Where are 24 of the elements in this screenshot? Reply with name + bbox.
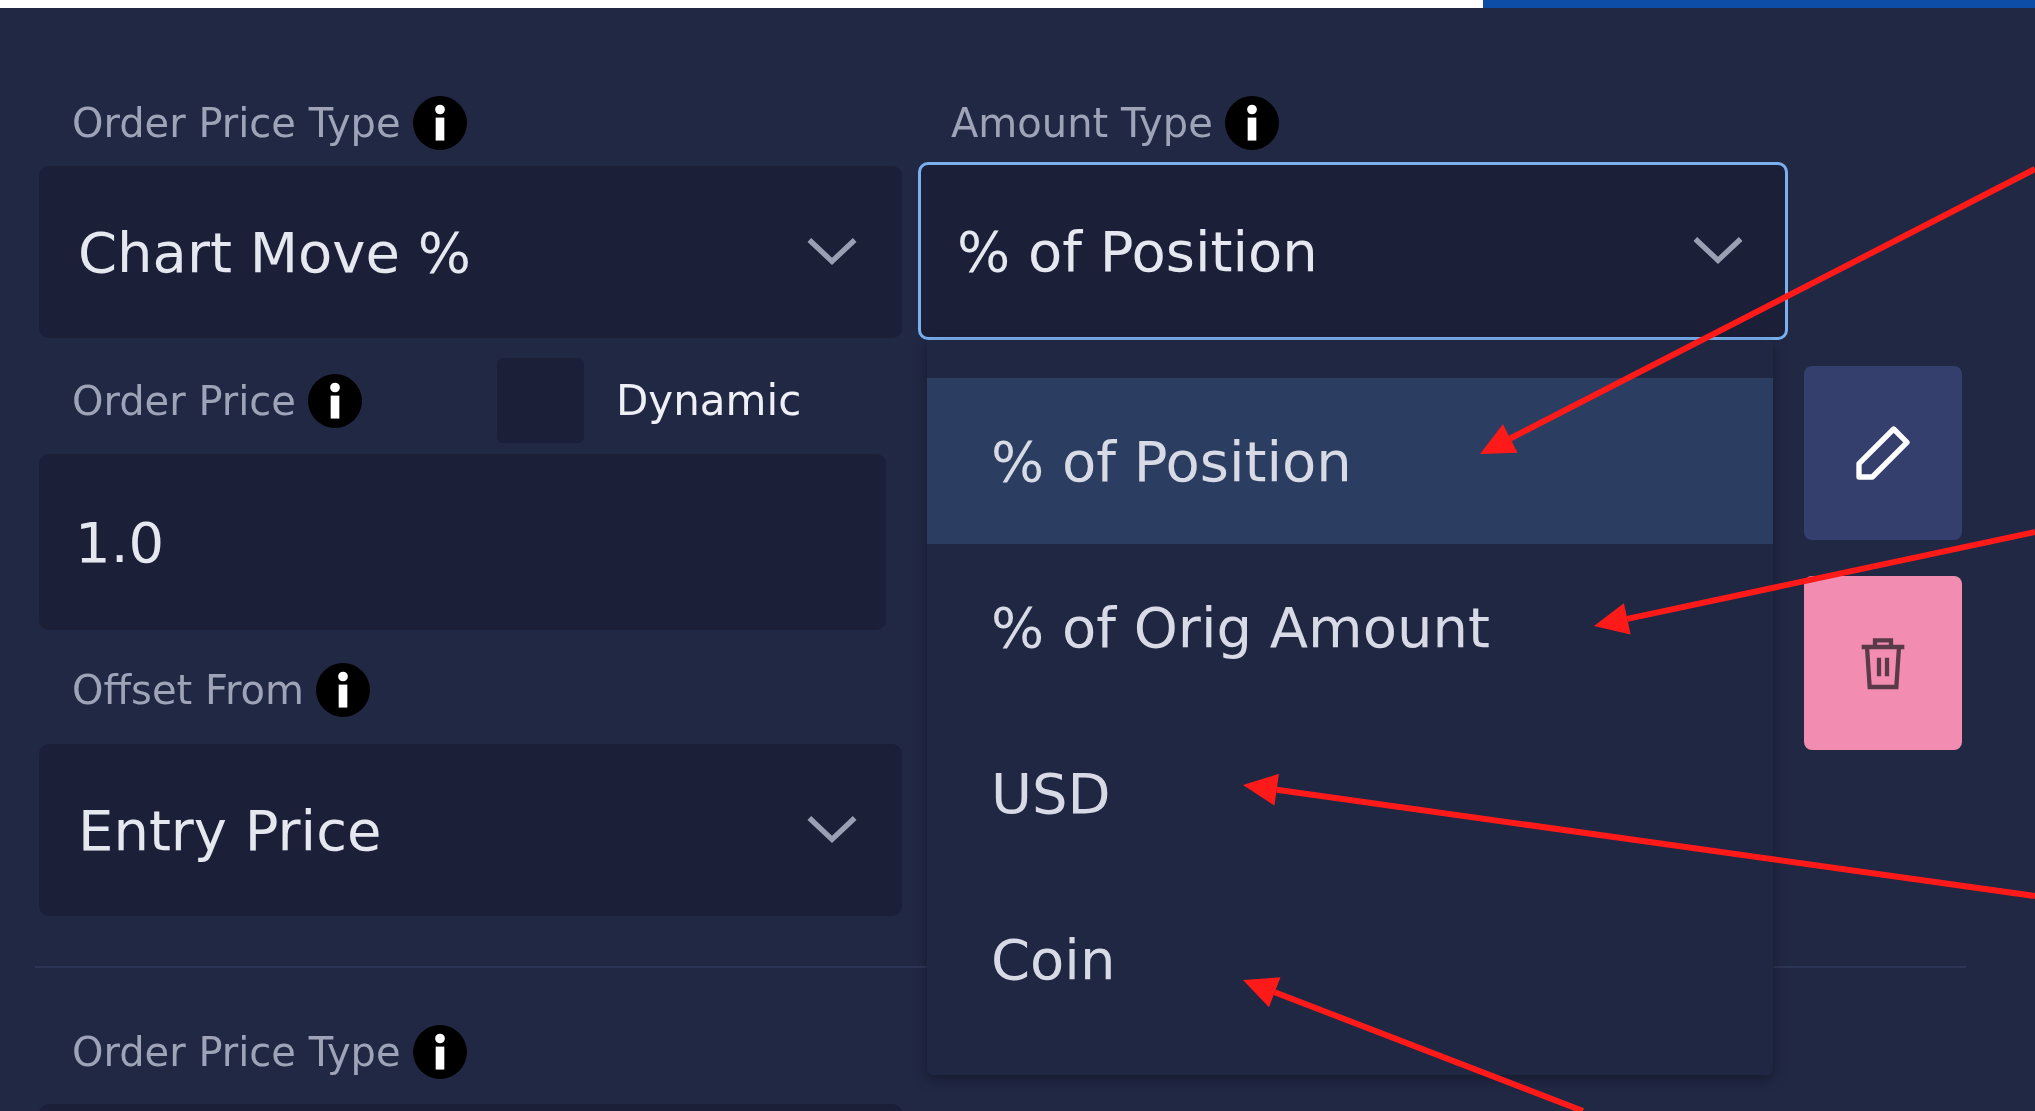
info-icon[interactable] <box>316 663 370 717</box>
delete-button[interactable] <box>1804 576 1962 750</box>
chevron-down-icon <box>805 814 859 846</box>
field-label: Amount Type <box>951 100 1213 146</box>
field-label: Offset From <box>72 667 304 713</box>
field-label: Order Price Type <box>72 100 401 146</box>
info-icon[interactable] <box>412 1025 467 1079</box>
select-field[interactable]: Entry Price <box>39 744 902 916</box>
checkbox-label: Dynamic <box>616 376 802 425</box>
menu-item[interactable]: Coin <box>927 876 1773 1042</box>
info-icon[interactable] <box>1224 96 1279 150</box>
select-field[interactable]: % of Position <box>918 162 1788 340</box>
menu-item[interactable]: % of Position <box>927 378 1773 544</box>
menu-item[interactable]: USD <box>927 710 1773 876</box>
edit-button[interactable] <box>1804 366 1962 540</box>
menu-item[interactable]: % of Orig Amount <box>927 544 1773 710</box>
info-icon[interactable] <box>307 373 362 428</box>
info-icon[interactable] <box>412 96 467 150</box>
field-label: Order Price <box>72 377 296 424</box>
field-label: Order Price Type <box>72 1029 401 1075</box>
input-field[interactable]: 1.0 <box>39 454 886 630</box>
chevron-down-icon <box>805 236 859 268</box>
chevron-down-icon <box>1691 235 1745 267</box>
select-field[interactable]: Chart Move % <box>39 166 902 338</box>
